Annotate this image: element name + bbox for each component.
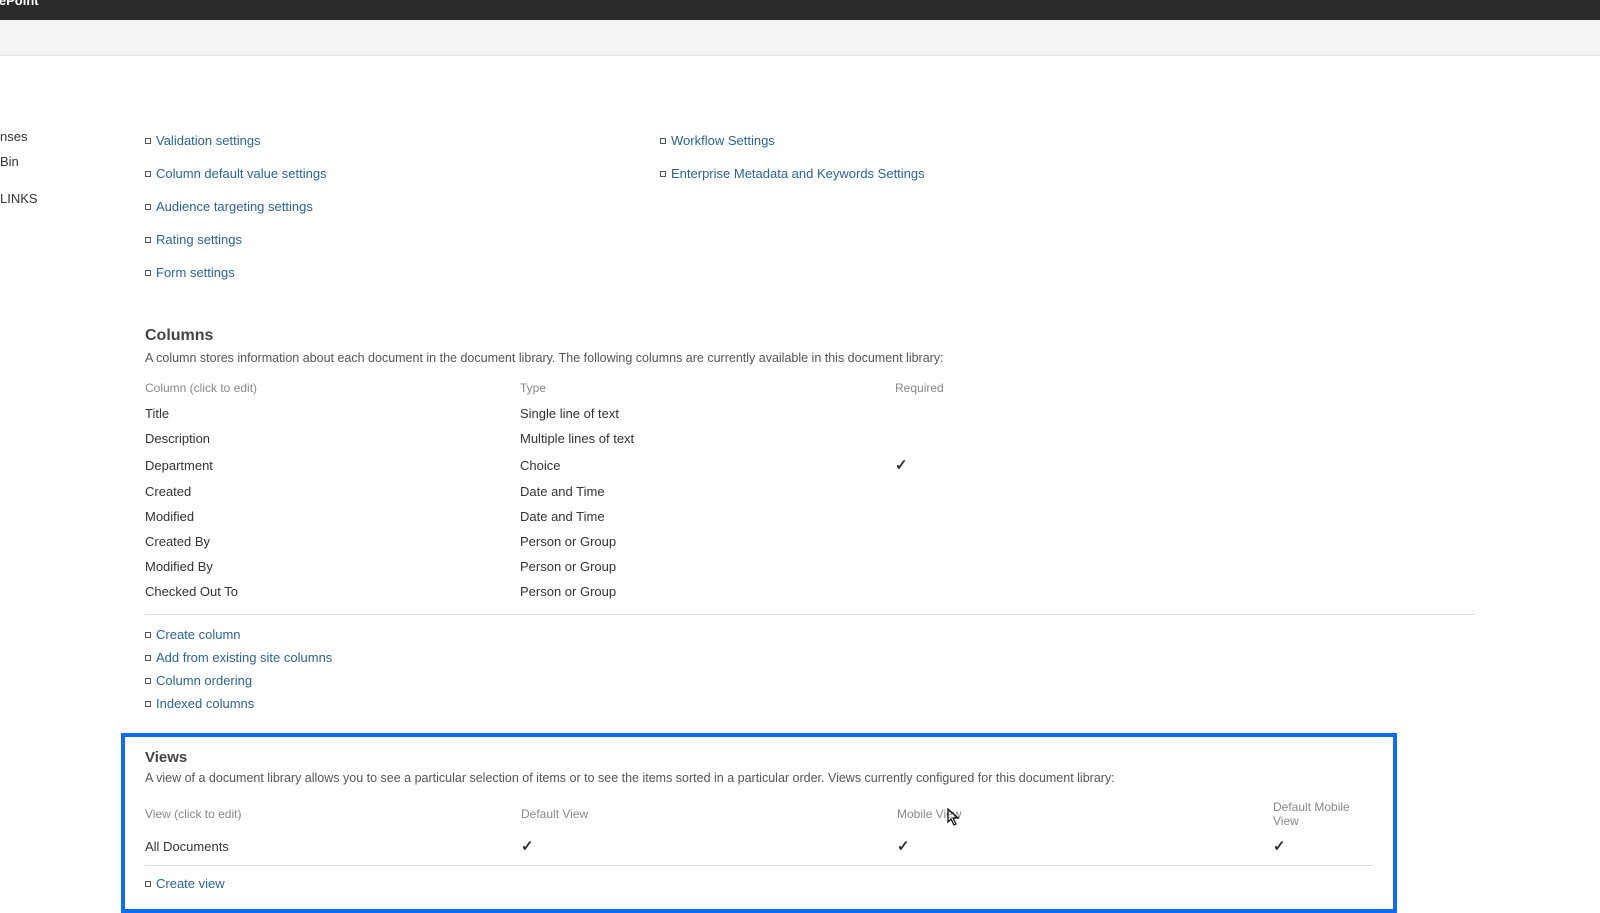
settings-links-row: Validation settings Column default value…: [145, 124, 1475, 289]
link-column-ordering[interactable]: Column ordering: [156, 673, 252, 688]
table-row: Modified By Person or Group: [145, 554, 1475, 579]
table-row: Department Choice ✓: [145, 451, 1475, 479]
nav-edit-links[interactable]: LINKS: [0, 186, 40, 211]
column-link-created-by[interactable]: Created By: [145, 534, 210, 549]
columns-heading: Columns: [145, 327, 1475, 345]
column-required: [895, 579, 1475, 604]
link-column-default-value-settings[interactable]: Column default value settings: [156, 166, 327, 181]
check-icon: ✓: [521, 838, 534, 855]
link-validation-settings[interactable]: Validation settings: [156, 133, 261, 148]
column-type: Date and Time: [520, 504, 895, 529]
ribbon-bar: [0, 20, 1600, 56]
link-rating-settings[interactable]: Rating settings: [156, 232, 242, 247]
table-row: Created By Person or Group: [145, 529, 1475, 554]
views-header-default-mobile: Default Mobile View: [1273, 795, 1373, 833]
divider: [145, 865, 1373, 866]
link-indexed-columns[interactable]: Indexed columns: [156, 696, 254, 711]
nav-item[interactable]: Bin: [0, 149, 40, 174]
link-enterprise-metadata-settings[interactable]: Enterprise Metadata and Keywords Setting…: [671, 166, 925, 181]
columns-header-type: Type: [520, 375, 895, 401]
column-type: Person or Group: [520, 579, 895, 604]
column-required: [895, 504, 1475, 529]
column-link-description[interactable]: Description: [145, 431, 210, 446]
check-icon: ✓: [895, 457, 908, 474]
table-row: Description Multiple lines of text: [145, 426, 1475, 451]
table-row: All Documents ✓ ✓ ✓: [145, 833, 1373, 859]
views-header-name: View (click to edit): [145, 795, 521, 833]
column-type: Date and Time: [520, 479, 895, 504]
column-required: ✓: [895, 451, 1475, 479]
column-link-modified-by[interactable]: Modified By: [145, 559, 213, 574]
views-header-mobile: Mobile View: [897, 795, 1273, 833]
link-form-settings[interactable]: Form settings: [156, 265, 235, 280]
column-link-created[interactable]: Created: [145, 484, 191, 499]
link-create-column[interactable]: Create column: [156, 627, 241, 642]
general-settings-col1: Validation settings Column default value…: [145, 124, 660, 289]
link-workflow-settings[interactable]: Workflow Settings: [671, 133, 775, 148]
suite-bar: SharePoint: [0, 0, 1600, 20]
views-description: A view of a document library allows you …: [145, 771, 1373, 785]
general-settings-col2: Workflow Settings Enterprise Metadata an…: [660, 124, 1160, 190]
nav-item[interactable]: nses: [0, 124, 40, 149]
link-audience-targeting-settings[interactable]: Audience targeting settings: [156, 199, 313, 214]
column-required: [895, 554, 1475, 579]
link-create-view[interactable]: Create view: [156, 876, 225, 891]
check-icon: ✓: [897, 838, 910, 855]
views-heading: Views: [145, 749, 1373, 766]
column-required: [895, 529, 1475, 554]
columns-header-name: Column (click to edit): [145, 375, 520, 401]
main-content: Validation settings Column default value…: [145, 56, 1475, 913]
app-title: SharePoint: [0, 0, 39, 8]
table-row: Checked Out To Person or Group: [145, 579, 1475, 604]
divider: [145, 614, 1475, 615]
columns-table: Column (click to edit) Type Required Tit…: [145, 375, 1475, 604]
left-nav: nses Bin LINKS: [0, 124, 40, 211]
column-type: Single line of text: [520, 401, 895, 426]
column-link-checked-out-to[interactable]: Checked Out To: [145, 584, 238, 599]
table-row: Modified Date and Time: [145, 504, 1475, 529]
column-link-modified[interactable]: Modified: [145, 509, 194, 524]
page-body: nses Bin LINKS Validation settings Colum…: [0, 56, 1600, 913]
column-link-title[interactable]: Title: [145, 406, 169, 421]
columns-header-required: Required: [895, 375, 1475, 401]
table-row: Title Single line of text: [145, 401, 1475, 426]
column-type: Choice: [520, 451, 895, 479]
column-required: [895, 401, 1475, 426]
views-table: View (click to edit) Default View Mobile…: [145, 795, 1373, 859]
column-type: Person or Group: [520, 554, 895, 579]
check-icon: ✓: [1273, 838, 1286, 855]
views-section-highlighted: Views A view of a document library allow…: [121, 733, 1397, 913]
views-header-default: Default View: [521, 795, 897, 833]
column-actions: Create column Add from existing site col…: [145, 623, 1475, 715]
link-add-from-existing-site-columns[interactable]: Add from existing site columns: [156, 650, 332, 665]
column-type: Multiple lines of text: [520, 426, 895, 451]
table-row: Created Date and Time: [145, 479, 1475, 504]
view-link-all-documents[interactable]: All Documents: [145, 839, 229, 854]
column-required: [895, 426, 1475, 451]
columns-description: A column stores information about each d…: [145, 351, 1475, 365]
column-link-department[interactable]: Department: [145, 458, 213, 473]
column-type: Person or Group: [520, 529, 895, 554]
view-actions: Create view: [145, 872, 1373, 895]
column-required: [895, 479, 1475, 504]
